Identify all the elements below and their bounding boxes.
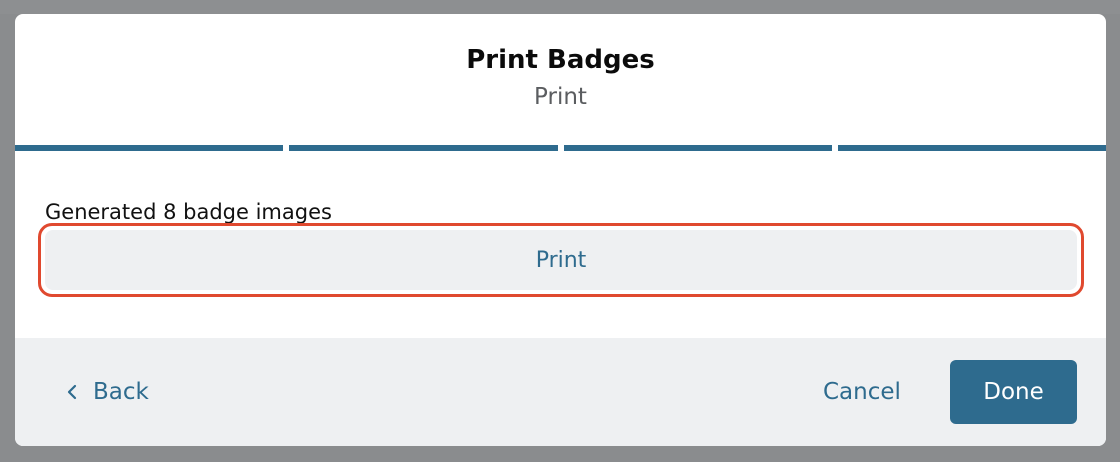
backdrop xyxy=(0,0,1120,14)
dialog-title: Print Badges xyxy=(466,45,655,75)
print-badges-dialog: Print Badges Print Generated 8 badge ima… xyxy=(15,14,1106,446)
back-button-label: Back xyxy=(93,379,149,405)
dialog-subtitle: Print xyxy=(534,84,587,110)
dialog-header: Print Badges Print xyxy=(15,14,1106,144)
dialog-body: Generated 8 badge images Print xyxy=(15,151,1106,338)
print-button[interactable]: Print xyxy=(38,223,1084,297)
done-button[interactable]: Done xyxy=(950,360,1077,424)
dialog-footer: Back Cancel Done xyxy=(15,338,1106,446)
chevron-left-icon xyxy=(65,383,79,401)
print-button-label: Print xyxy=(45,230,1077,290)
cancel-button[interactable]: Cancel xyxy=(823,372,901,412)
back-button[interactable]: Back xyxy=(65,372,149,412)
status-message: Generated 8 badge images xyxy=(45,200,332,224)
